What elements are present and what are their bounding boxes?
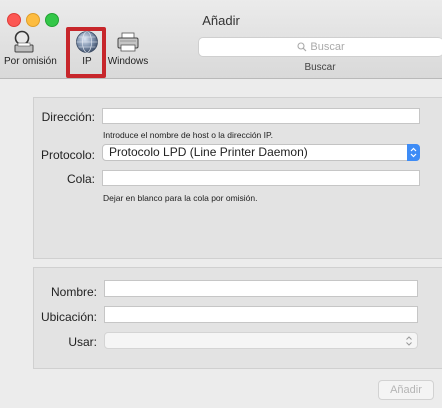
protocol-value: Protocolo LPD (Line Printer Daemon): [109, 145, 308, 159]
search-placeholder: Buscar: [310, 41, 345, 53]
ip-highlight-box: [66, 27, 106, 78]
name-label: Nombre:: [50, 285, 97, 299]
location-field[interactable]: [104, 306, 418, 323]
up-down-chevron-icon: [410, 147, 417, 158]
windows-printer-icon: [117, 32, 139, 52]
default-printer-icon: [14, 30, 34, 53]
location-label: Ubicación:: [40, 310, 97, 324]
toolbar-windows-button[interactable]: Windows: [106, 30, 150, 67]
search-caption: Buscar: [304, 62, 336, 73]
queue-hint: Dejar en blanco para la cola por omisión…: [103, 193, 258, 203]
toolbar-windows-label: Windows: [107, 56, 149, 67]
title-bar: Añadir Por omisión IP Windows Buscar Bus…: [0, 0, 442, 79]
protocol-label: Protocolo:: [40, 148, 95, 162]
search-input[interactable]: Buscar: [198, 37, 442, 57]
protocol-select[interactable]: Protocolo LPD (Line Printer Daemon): [102, 144, 420, 161]
queue-label: Cola:: [66, 172, 95, 186]
address-field[interactable]: [102, 108, 420, 124]
use-select[interactable]: [104, 332, 418, 349]
protocol-stepper: [407, 144, 420, 161]
search-icon: [297, 42, 307, 52]
toolbar-default-label: Por omisión: [4, 56, 57, 67]
address-hint: Introduce el nombre de host o la direcci…: [103, 130, 273, 140]
use-label: Usar:: [68, 335, 97, 349]
toolbar-default-button[interactable]: Por omisión: [4, 30, 57, 67]
window-title: Añadir: [202, 13, 240, 28]
add-button[interactable]: Añadir: [378, 380, 434, 400]
queue-field[interactable]: [102, 170, 420, 186]
address-label: Dirección:: [41, 110, 95, 124]
up-down-chevron-icon: [406, 336, 412, 346]
name-field[interactable]: [104, 280, 418, 297]
